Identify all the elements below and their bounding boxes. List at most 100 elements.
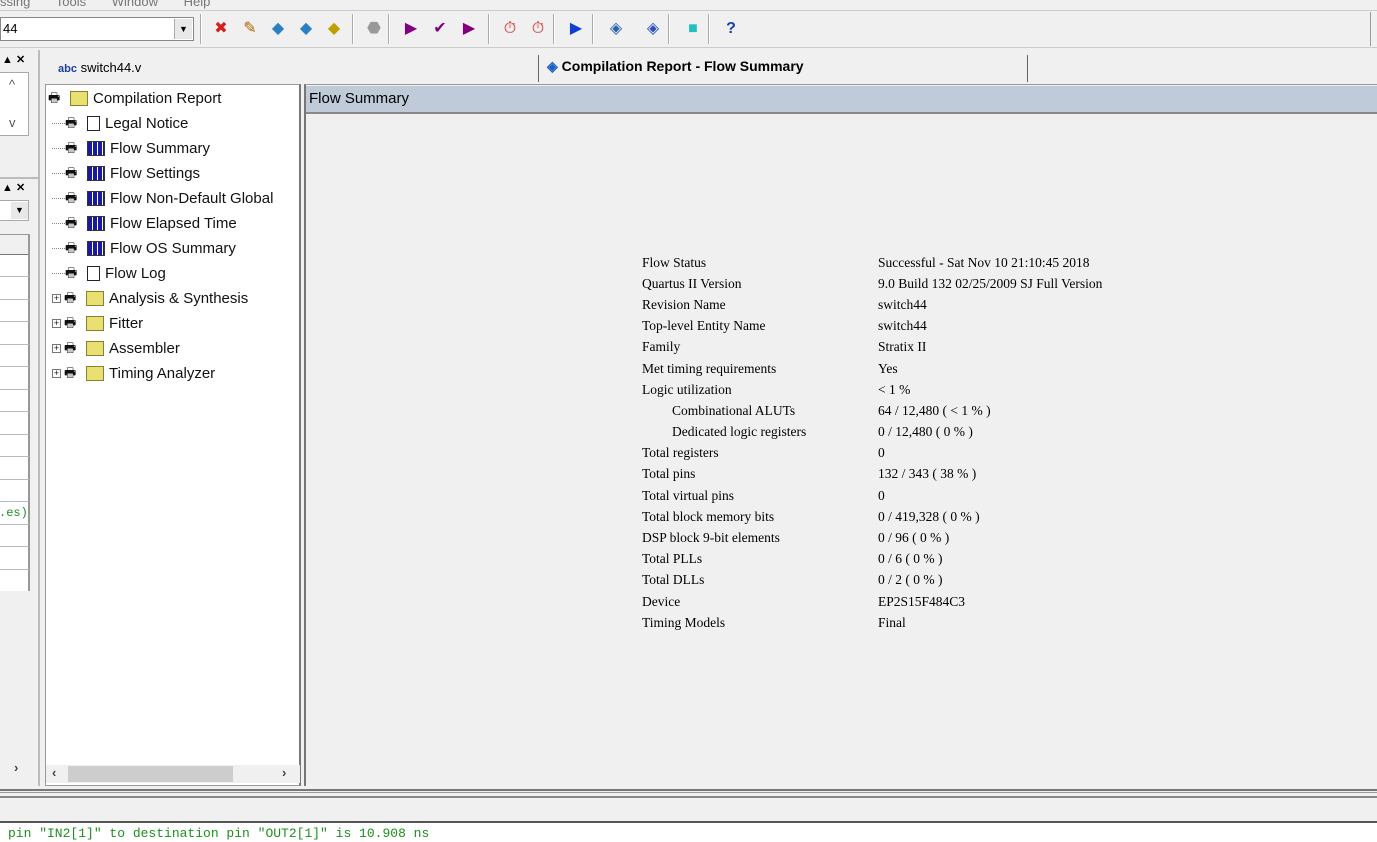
programmer-icon[interactable]: ■ <box>680 16 706 42</box>
table-row: Met timing requirements Yes <box>642 358 1102 379</box>
row-value: 132 / 343 ( 38 % ) <box>878 466 977 482</box>
tab-label: Compilation Report - Flow Summary <box>561 58 804 74</box>
help-icon[interactable]: ? <box>718 16 744 42</box>
messages-panel: pin "IN2[1]" to destination pin "OUT2[1]… <box>0 821 1377 842</box>
table-row: Total registers 0 <box>642 443 1102 464</box>
tree-item[interactable]: 🖶 Flow Non-Default Global <box>52 187 273 209</box>
printer-icon: 🖶 <box>64 315 77 330</box>
expand-icon[interactable]: + <box>52 318 61 328</box>
divider <box>38 50 40 786</box>
tab-flow-summary[interactable]: ◈ Compilation Report - Flow Summary <box>538 55 1028 82</box>
toolbar-separator <box>668 14 670 44</box>
table-icon <box>87 140 105 156</box>
expand-icon[interactable]: + <box>52 368 61 378</box>
node-dropdown[interactable]: ▼ <box>0 200 29 221</box>
table-row: Total pins 132 / 343 ( 38 % ) <box>642 464 1102 485</box>
chevron-down-icon[interactable]: ▼ <box>11 202 28 219</box>
project-combo[interactable]: 44 ▼ <box>0 17 194 41</box>
start-check-icon[interactable]: ✔ <box>427 16 453 42</box>
tree-item[interactable]: + 🖶 Assembler <box>52 337 180 359</box>
toolbar-separator <box>553 14 555 44</box>
tree-item[interactable]: 🖶 Flow Summary <box>52 137 210 159</box>
close-icon[interactable]: ✕ <box>16 182 25 194</box>
hierarchy-list[interactable]: ^ v <box>0 72 29 136</box>
scroll-right-icon[interactable]: › <box>282 765 286 780</box>
report-icon[interactable]: ◈ <box>603 16 629 42</box>
table-row: Total PLLs 0 / 6 ( 0 % ) <box>642 549 1102 570</box>
stop-icon[interactable]: ⬣ <box>361 16 387 42</box>
scroll-down-icon[interactable]: v <box>9 115 16 130</box>
row-label: Family <box>642 339 681 355</box>
row-label: Met timing requirements <box>642 360 777 376</box>
tree-item[interactable]: 🖶 Flow Elapsed Time <box>52 212 237 234</box>
node-table[interactable]: .es) <box>0 234 30 591</box>
compile-stop-icon[interactable]: ✖ <box>208 16 234 42</box>
table-row: Device EP2S15F484C3 <box>642 591 1102 612</box>
table-row: Total block memory bits 0 / 419,328 ( 0 %… <box>642 506 1102 527</box>
fitter-icon[interactable]: ◆ <box>321 16 347 42</box>
row-label: Combinational ALUTs <box>672 402 796 418</box>
table-icon <box>87 190 105 206</box>
tree-item-label: Flow Summary <box>110 139 211 157</box>
section-header: Flow Summary <box>306 86 1377 114</box>
expand-icon[interactable]: + <box>52 293 61 303</box>
tree-item-label: Legal Notice <box>105 114 189 132</box>
start-timing-icon[interactable]: ▶ <box>456 16 482 42</box>
toolbar-separator <box>1370 12 1371 46</box>
tree-item[interactable]: 🖶 Flow Settings <box>52 162 200 184</box>
horizontal-scrollbar[interactable]: ‹ › <box>46 765 300 783</box>
tree-item[interactable]: + 🖶 Timing Analyzer <box>52 362 215 384</box>
close-icon[interactable]: ✕ <box>16 54 25 66</box>
tree-item[interactable]: 🖶 Legal Notice <box>52 112 188 134</box>
check-icon[interactable]: ◆ <box>293 16 319 42</box>
tree-item[interactable]: 🖶 Flow Log <box>52 262 166 284</box>
verilog-file-icon: abc <box>58 63 77 75</box>
tree-item-label: Timing Analyzer <box>109 364 216 382</box>
table-row-line <box>0 299 29 300</box>
tree-line <box>52 197 65 199</box>
timer-icon[interactable]: ⏱ <box>525 16 551 42</box>
message-line[interactable]: pin "IN2[1]" to destination pin "OUT2[1]… <box>8 826 429 841</box>
tab-switch44-v[interactable]: abc switch44.v <box>50 55 300 82</box>
row-label: Total block memory bits <box>642 508 775 524</box>
table-row-line <box>0 456 29 457</box>
panel-collapse-icon[interactable]: ▲ <box>2 182 13 194</box>
chevron-down-icon[interactable]: ▼ <box>174 19 192 39</box>
expand-icon[interactable]: + <box>52 343 61 353</box>
tree-root-compilation-report[interactable]: 🖶 Compilation Report <box>48 87 221 109</box>
table-row-line <box>0 321 29 322</box>
scroll-up-icon[interactable]: ^ <box>9 77 15 92</box>
table-row-line <box>0 479 29 480</box>
analysis-icon[interactable]: ◆ <box>265 16 291 42</box>
scrollbar-thumb[interactable] <box>68 766 233 782</box>
tree-line <box>52 172 65 174</box>
tree-item-label: Fitter <box>109 314 144 332</box>
scroll-right-icon[interactable]: › <box>14 760 18 775</box>
menu-tools[interactable]: Tools <box>56 0 86 9</box>
splitter[interactable] <box>0 789 1377 793</box>
tree-item[interactable]: 🖶 Flow OS Summary <box>52 237 236 259</box>
panel-controls: ▲ ✕ <box>2 53 25 66</box>
scroll-left-icon[interactable]: ‹ <box>52 765 56 780</box>
table-icon <box>87 240 105 256</box>
row-label: Flow Status <box>642 254 707 270</box>
table-row: Dedicated logic registers 0 / 12,480 ( 0 … <box>642 422 1102 443</box>
menu-window[interactable]: Window <box>112 0 158 9</box>
timing-icon[interactable]: ⏱ <box>497 16 523 42</box>
tree-item[interactable]: + 🖶 Analysis & Synthesis <box>52 287 248 309</box>
menu-help[interactable]: Help <box>184 0 211 9</box>
simulation-icon[interactable]: ▶ <box>563 16 589 42</box>
printer-icon: 🖶 <box>65 215 78 230</box>
menu-processing[interactable]: ssing <box>0 0 30 9</box>
edit-icon[interactable]: ✎ <box>237 16 263 42</box>
start-icon[interactable]: ▶ <box>398 16 424 42</box>
row-value: < 1 % <box>878 381 911 397</box>
folder-icon <box>86 365 104 381</box>
row-value: 0 <box>878 445 885 461</box>
table-row-line <box>0 276 29 277</box>
menu-bar: ssing Tools Window Help <box>0 0 1377 10</box>
tree-item[interactable]: + 🖶 Fitter <box>52 312 143 334</box>
chip-planner-icon[interactable]: ◈ <box>640 16 666 42</box>
report-tree[interactable]: 🖶 Compilation Report 🖶 Legal Notice 🖶 Flow S… <box>45 84 301 786</box>
panel-collapse-icon[interactable]: ▲ <box>2 54 13 66</box>
